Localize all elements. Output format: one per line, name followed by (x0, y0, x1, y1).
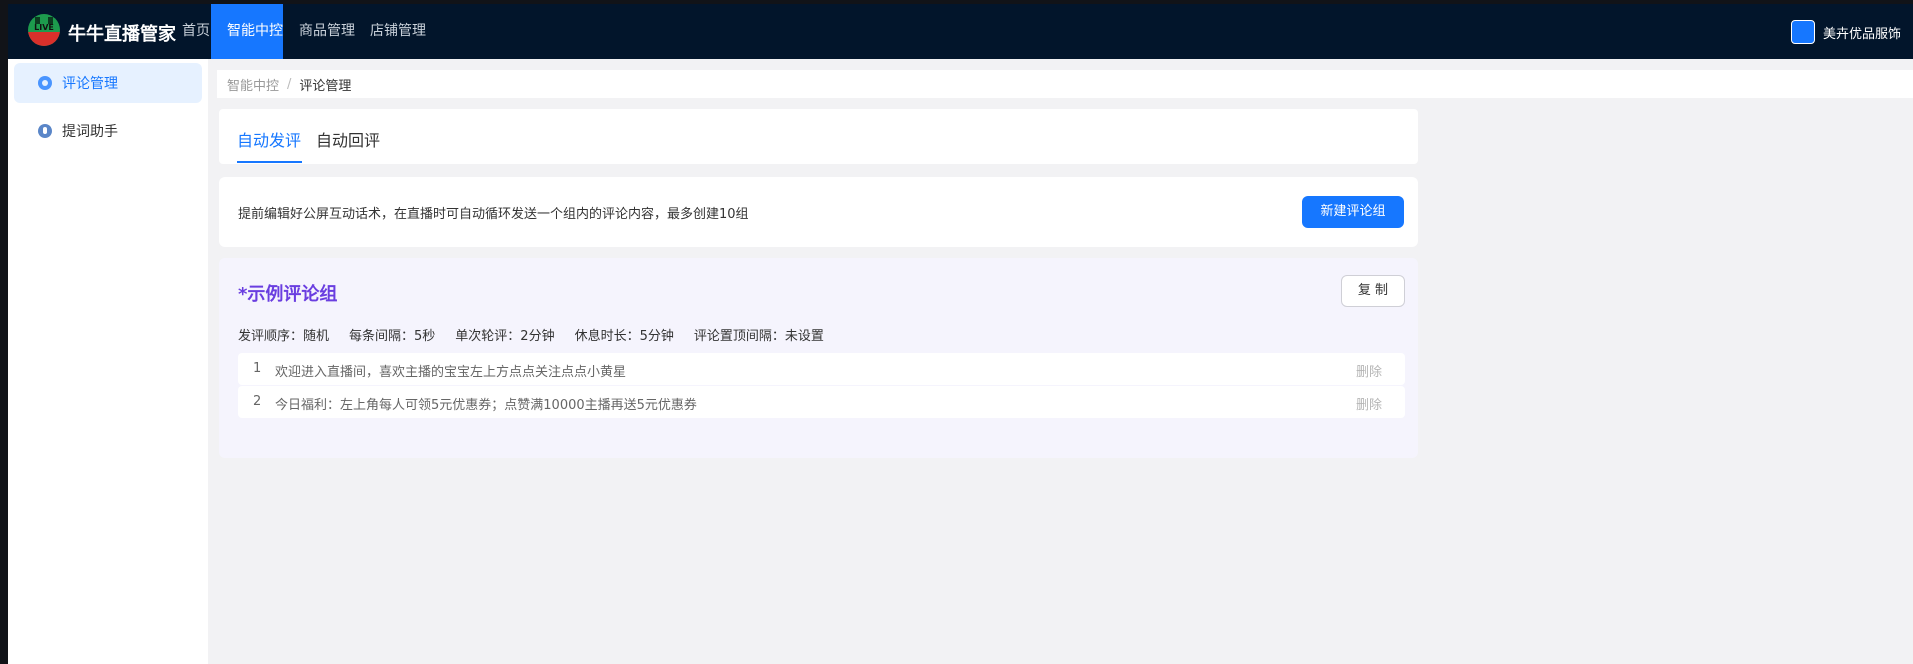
sidebar-item-label: 提词助手 (62, 124, 118, 140)
main-content: 智能中控 / 评论管理 自动发评 自动回评 提前编辑好公屏互动话术，在直播时可自… (208, 59, 1913, 664)
logo-base (28, 32, 60, 46)
store-switcher[interactable]: 美卉优品服饰 (1790, 20, 1901, 44)
comment-group-card: *示例评论组 复 制 发评顺序：随机 每条间隔：5秒 单次轮评：2分钟 休息时长… (219, 258, 1418, 458)
comment-row: 2 今日福利：左上角每人可领5元优惠券；点赞满10000主播再送5元优惠券 删除 (238, 386, 1405, 418)
nav-item-shops[interactable]: 店铺管理 (354, 4, 442, 59)
setting-rest: 休息时长：5分钟 (574, 329, 674, 344)
breadcrumb-current: 评论管理 (299, 78, 352, 94)
comment-row: 1 欢迎进入直播间，喜欢主播的宝宝左上方点点关注点点小黄星 删除 (238, 353, 1405, 385)
tabs-card: 自动发评 自动回评 (219, 109, 1418, 164)
setting-interval: 每条间隔：5秒 (349, 329, 436, 344)
info-card: 提前编辑好公屏互动话术，在直播时可自动循环发送一个组内的评论内容，最多创建10组… (219, 177, 1418, 247)
store-avatar (1790, 20, 1815, 44)
sidebar-item-label: 评论管理 (62, 76, 118, 92)
active-tab-indicator (237, 161, 302, 163)
logo-text: LIVE (34, 23, 54, 32)
setting-pin-interval: 评论置顶间隔：未设置 (693, 329, 824, 344)
nav-item-smart-control[interactable]: 智能中控 (211, 4, 283, 59)
tab-auto-comment[interactable]: 自动发评 (237, 127, 301, 151)
breadcrumb-parent[interactable]: 智能中控 (227, 75, 279, 94)
comment-text: 欢迎进入直播间，喜欢主播的宝宝左上方点点关注点点小黄星 (275, 365, 627, 380)
setting-round: 单次轮评：2分钟 (455, 329, 555, 344)
info-description: 提前编辑好公屏互动话术，在直播时可自动循环发送一个组内的评论内容，最多创建10组 (238, 207, 749, 222)
new-comment-group-button[interactable]: 新建评论组 (1302, 196, 1404, 228)
comment-icon (38, 76, 52, 90)
sidebar-item-prompter[interactable]: 提词助手 (14, 111, 202, 151)
comment-text: 今日福利：左上角每人可领5元优惠券；点赞满10000主播再送5元优惠券 (275, 398, 697, 413)
comment-number: 1 (253, 361, 262, 376)
breadcrumb: 智能中控 / 评论管理 (217, 70, 1913, 98)
tab-auto-reply[interactable]: 自动回评 (316, 127, 380, 151)
top-navigation-bar: LIVE 牛牛直播管家 首页 智能中控 商品管理 店铺管理 美卉优品服饰 (8, 4, 1913, 59)
copy-button[interactable]: 复 制 (1341, 275, 1405, 307)
sidebar: 评论管理 提词助手 (8, 59, 208, 664)
comment-number: 2 (253, 394, 262, 409)
app-brand-title: 牛牛直播管家 (68, 24, 176, 45)
comment-group-title: *示例评论组 (238, 284, 338, 305)
delete-comment-button[interactable]: 删除 (1356, 394, 1382, 413)
setting-order: 发评顺序：随机 (238, 329, 330, 344)
breadcrumb-separator: / (287, 76, 292, 92)
app-logo[interactable]: LIVE (28, 14, 60, 46)
microphone-icon (38, 124, 52, 138)
delete-comment-button[interactable]: 删除 (1356, 361, 1382, 380)
comment-group-settings: 发评顺序：随机 每条间隔：5秒 单次轮评：2分钟 休息时长：5分钟 评论置顶间隔… (238, 325, 824, 344)
store-name: 美卉优品服饰 (1822, 26, 1901, 42)
sidebar-item-comment-management[interactable]: 评论管理 (14, 63, 202, 103)
